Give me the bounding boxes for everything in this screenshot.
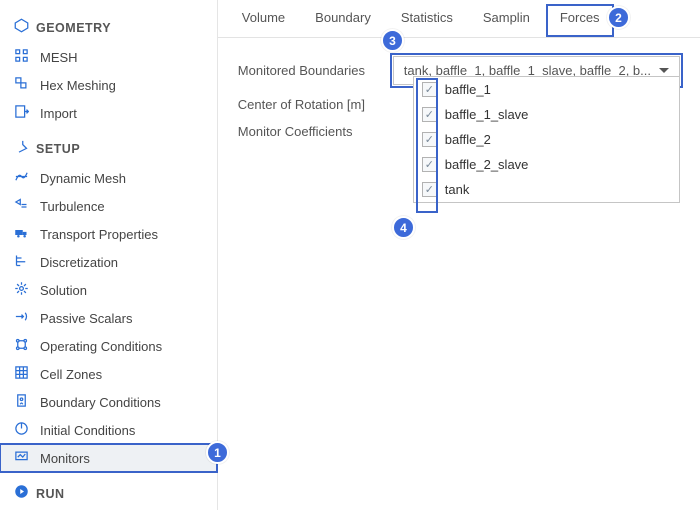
scalars-icon <box>14 309 40 327</box>
sidebar: GEOMETRY MESH Hex Meshing Import SETUP D… <box>0 0 218 510</box>
dynamic-icon <box>14 169 40 187</box>
checkbox-icon[interactable]: ✓ <box>422 182 437 197</box>
tab-label: Volume <box>242 10 285 25</box>
import-icon <box>14 104 40 122</box>
callout-badge-3: 3 <box>381 29 404 52</box>
tab-label: Samplin <box>483 10 530 25</box>
tab-forces[interactable]: Forces <box>546 4 614 37</box>
option-label: tank <box>445 182 470 197</box>
option-baffle-1[interactable]: ✓ baffle_1 <box>414 77 679 102</box>
main-panel: Volume Boundary Statistics Samplin Force… <box>218 0 700 510</box>
checkbox-icon[interactable]: ✓ <box>422 82 437 97</box>
nav-label: Passive Scalars <box>40 311 132 326</box>
nav-label: Monitors <box>40 451 90 466</box>
nav-discretization[interactable]: Discretization <box>0 248 217 276</box>
nav-label: Operating Conditions <box>40 339 162 354</box>
boundary-icon <box>14 393 40 411</box>
nav-cell-zones[interactable]: Cell Zones <box>0 360 217 388</box>
section-setup[interactable]: SETUP <box>0 133 217 164</box>
monitor-coeff-label: Monitor Coefficients <box>238 124 393 139</box>
section-geometry[interactable]: GEOMETRY <box>0 12 217 43</box>
nav-label: Turbulence <box>40 199 105 214</box>
hex-icon <box>14 76 40 94</box>
nav-passive-scalars[interactable]: Passive Scalars <box>0 304 217 332</box>
checkbox-icon[interactable]: ✓ <box>422 132 437 147</box>
monitored-boundaries-label: Monitored Boundaries <box>238 63 393 78</box>
nav-hex-meshing[interactable]: Hex Meshing <box>0 71 217 99</box>
nav-label: Transport Properties <box>40 227 158 242</box>
option-label: baffle_2 <box>445 132 491 147</box>
nav-mesh[interactable]: MESH <box>0 43 217 71</box>
tab-volume[interactable]: Volume <box>228 4 299 37</box>
section-label: GEOMETRY <box>36 21 111 35</box>
nav-label: Hex Meshing <box>40 78 116 93</box>
solution-icon <box>14 281 40 299</box>
nav-monitors[interactable]: Monitors <box>0 444 217 472</box>
discretization-icon <box>14 253 40 271</box>
initial-icon <box>14 421 40 439</box>
nav-turbulence[interactable]: Turbulence <box>0 192 217 220</box>
option-label: baffle_1_slave <box>445 107 529 122</box>
monitors-icon <box>14 449 40 467</box>
nav-label: Cell Zones <box>40 367 102 382</box>
nav-transport[interactable]: Transport Properties <box>0 220 217 248</box>
nav-label: MESH <box>40 50 78 65</box>
nav-label: Initial Conditions <box>40 423 135 438</box>
tab-label: Boundary <box>315 10 371 25</box>
tab-sampling[interactable]: Samplin <box>469 4 544 37</box>
option-tank[interactable]: ✓ tank <box>414 177 679 202</box>
callout-badge-1: 1 <box>206 441 229 464</box>
chevron-down-icon <box>659 68 669 73</box>
boundaries-dropdown-list: ✓ baffle_1 ✓ baffle_1_slave ✓ baffle_2 ✓… <box>413 76 680 203</box>
option-label: baffle_2_slave <box>445 157 529 172</box>
transport-icon <box>14 225 40 243</box>
section-label: RUN <box>36 487 65 501</box>
nav-operating[interactable]: Operating Conditions <box>0 332 217 360</box>
setup-icon <box>14 139 36 158</box>
nav-label: Discretization <box>40 255 118 270</box>
section-label: SETUP <box>36 142 80 156</box>
geometry-icon <box>14 18 36 37</box>
option-baffle-2-slave[interactable]: ✓ baffle_2_slave <box>414 152 679 177</box>
operating-icon <box>14 337 40 355</box>
nav-label: Dynamic Mesh <box>40 171 126 186</box>
nav-import[interactable]: Import <box>0 99 217 127</box>
nav-initial-conditions[interactable]: Initial Conditions <box>0 416 217 444</box>
option-baffle-1-slave[interactable]: ✓ baffle_1_slave <box>414 102 679 127</box>
option-baffle-2[interactable]: ✓ baffle_2 <box>414 127 679 152</box>
cellzones-icon <box>14 365 40 383</box>
mesh-icon <box>14 48 40 66</box>
nav-solution[interactable]: Solution <box>0 276 217 304</box>
nav-boundary-conditions[interactable]: Boundary Conditions <box>0 388 217 416</box>
callout-badge-2: 2 <box>607 6 630 29</box>
tab-label: Statistics <box>401 10 453 25</box>
tab-label: Forces <box>560 10 600 25</box>
section-run[interactable]: RUN <box>0 478 217 509</box>
nav-label: Import <box>40 106 77 121</box>
tab-boundary[interactable]: Boundary <box>301 4 385 37</box>
run-icon <box>14 484 36 503</box>
nav-dynamic-mesh[interactable]: Dynamic Mesh <box>0 164 217 192</box>
nav-label: Boundary Conditions <box>40 395 161 410</box>
option-label: baffle_1 <box>445 82 491 97</box>
checkbox-icon[interactable]: ✓ <box>422 157 437 172</box>
callout-badge-4: 4 <box>392 216 415 239</box>
turbulence-icon <box>14 197 40 215</box>
checkbox-icon[interactable]: ✓ <box>422 107 437 122</box>
center-rotation-label: Center of Rotation [m] <box>238 97 393 112</box>
nav-label: Solution <box>40 283 87 298</box>
